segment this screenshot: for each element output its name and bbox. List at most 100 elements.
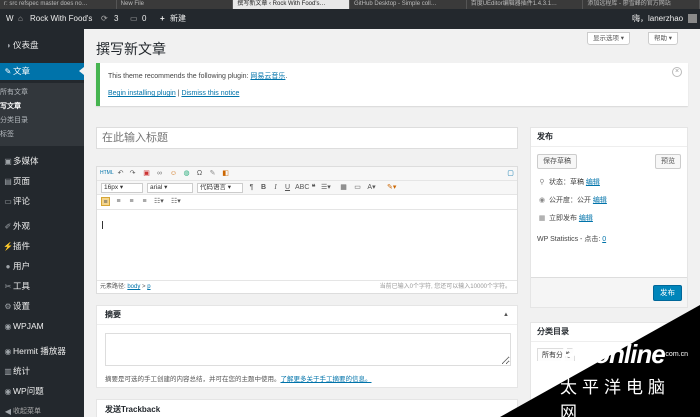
sidebar-item-posts[interactable]: ✎ 文章 bbox=[0, 63, 84, 80]
sidebar-item-media[interactable]: ▣ 多媒体 bbox=[0, 153, 84, 170]
visibility-row: ◉ 公开度：公开 编辑 bbox=[537, 195, 607, 207]
comments-icon[interactable]: ▭ bbox=[130, 9, 138, 29]
new-plus-icon[interactable]: + bbox=[160, 9, 165, 29]
admin-bar: W ⌂ Rock With Food's ⟳ 3 ▭ 0 + 新建 嗨，lane… bbox=[0, 9, 700, 29]
visibility-edit-link[interactable]: 编辑 bbox=[593, 197, 607, 204]
redo-icon[interactable]: ↷ bbox=[128, 169, 137, 178]
sidebar-item-comments[interactable]: ▭ 评论 bbox=[0, 193, 84, 210]
code-language-select[interactable]: 代码语言 ▾ bbox=[197, 183, 243, 193]
italic-icon[interactable]: I bbox=[271, 183, 280, 192]
publish-button[interactable]: 发布 bbox=[653, 285, 682, 301]
line-height-icon[interactable]: ☰▾ bbox=[321, 183, 331, 192]
excerpt-title[interactable]: 摘要 bbox=[97, 306, 517, 325]
font-family-select[interactable]: arial ▾ bbox=[147, 183, 193, 193]
excerpt-box: 摘要 ▲ 摘要是可选的手工创建的内容总结，并可在您的主题中使用。了解更多关于手工… bbox=[96, 305, 518, 388]
save-draft-button[interactable]: 保存草稿 bbox=[537, 154, 577, 169]
updates-count[interactable]: 3 bbox=[114, 9, 118, 29]
sidebar-item-plugins[interactable]: ⚡ 插件 bbox=[0, 238, 84, 255]
sidebar-item-users[interactable]: ● 用户 bbox=[0, 258, 84, 275]
browser-tab[interactable]: r: src refspec master does no… bbox=[0, 0, 117, 9]
schedule-edit-link[interactable]: 编辑 bbox=[579, 215, 593, 222]
link-icon[interactable]: ∞ bbox=[155, 169, 164, 178]
sidebar-item-appearance[interactable]: ✐ 外观 bbox=[0, 218, 84, 235]
map-icon[interactable]: ◍ bbox=[182, 169, 191, 178]
image-icon[interactable]: ▣ bbox=[142, 169, 151, 178]
align-justify-icon[interactable]: ≡ bbox=[140, 197, 149, 206]
status-row: ⚲ 状态：草稿 编辑 bbox=[537, 177, 600, 189]
admin-sidebar: ◑ 仪表盘 ✎ 文章 所有文章 写文章 分类目录 标签 ▣ 多媒体 ▤ 页面 ▭ 评论 ✐… bbox=[0, 29, 84, 417]
sidebar-item-hermit[interactable]: ◉ Hermit 播放器 bbox=[0, 343, 84, 360]
editor-body[interactable] bbox=[97, 214, 517, 282]
notice-actions: Begin installing plugin | Dismiss this n… bbox=[108, 90, 240, 97]
path-body-link[interactable]: body bbox=[127, 284, 140, 290]
user-greeting[interactable]: 嗨，lanerzhao bbox=[632, 9, 683, 29]
ueditor: HTML ↶ ↷ ▣ ∞ ☺ ◍ Ω ✎ ◧ ▢ 16px ▾ arial ▾ … bbox=[96, 166, 518, 294]
status-edit-link[interactable]: 编辑 bbox=[586, 179, 600, 186]
updates-icon[interactable]: ⟳ bbox=[101, 9, 108, 29]
browser-tab[interactable]: 添加远程库 - 廖雪峰的官方网站 bbox=[583, 0, 700, 9]
insert-file-icon[interactable]: ◧ bbox=[221, 169, 230, 178]
sidebar-item-pages[interactable]: ▤ 页面 bbox=[0, 173, 84, 190]
table-icon[interactable]: ▦ bbox=[339, 183, 348, 192]
special-char-icon[interactable]: Ω bbox=[195, 169, 204, 178]
watermark-cn-name: 太平洋电脑网 bbox=[560, 378, 670, 417]
submenu-new-post[interactable]: 写文章 bbox=[0, 100, 84, 114]
site-name-link[interactable]: Rock With Food's bbox=[30, 9, 92, 29]
highlight-icon[interactable]: ✎▾ bbox=[387, 183, 396, 192]
comment-icon: ▭ bbox=[4, 197, 12, 206]
post-title-input[interactable] bbox=[96, 127, 518, 149]
publish-title[interactable]: 发布 bbox=[531, 128, 687, 147]
align-left-icon[interactable]: ≡ bbox=[101, 197, 110, 206]
install-plugin-link[interactable]: Begin installing plugin bbox=[108, 90, 176, 97]
browser-tab[interactable]: GitHub Desktop - Simple coll… bbox=[350, 0, 467, 9]
path-p-link[interactable]: p bbox=[147, 284, 150, 290]
undo-icon[interactable]: ↶ bbox=[116, 169, 125, 178]
emoji-icon[interactable]: ☺ bbox=[169, 169, 178, 178]
new-content-link[interactable]: 新建 bbox=[170, 9, 186, 29]
excerpt-learn-more-link[interactable]: 了解更多关于手工摘要的信息。 bbox=[281, 376, 372, 383]
sidebar-item-dashboard[interactable]: ◑ 仪表盘 bbox=[0, 37, 84, 54]
dismiss-notice-link[interactable]: Dismiss this notice bbox=[181, 90, 239, 97]
avatar[interactable] bbox=[688, 14, 697, 23]
submenu-all-posts[interactable]: 所有文章 bbox=[0, 86, 84, 100]
submenu-categories[interactable]: 分类目录 bbox=[0, 114, 84, 128]
unordered-list-icon[interactable]: ☷▾ bbox=[171, 197, 181, 206]
browser-tab[interactable]: 撰写新文章 ‹ Rock With Food's… bbox=[233, 0, 351, 9]
comments-count[interactable]: 0 bbox=[142, 9, 146, 29]
align-center-icon[interactable]: ≡ bbox=[114, 197, 123, 206]
submenu-tags[interactable]: 标签 bbox=[0, 128, 84, 142]
notice-close-icon[interactable]: × bbox=[672, 67, 682, 77]
horizontal-rule-icon[interactable]: ▭ bbox=[353, 183, 362, 192]
stats-clicks-link[interactable]: 0 bbox=[602, 236, 606, 243]
toggle-arrow-icon[interactable]: ▲ bbox=[503, 306, 509, 324]
wrench-icon: ✂ bbox=[4, 282, 12, 291]
sidebar-item-tools[interactable]: ✂ 工具 bbox=[0, 278, 84, 295]
font-color-icon[interactable]: A▾ bbox=[367, 183, 376, 192]
wordpress-logo-icon[interactable]: W bbox=[6, 9, 14, 29]
browser-tab[interactable]: New File bbox=[117, 0, 234, 9]
trackback-title[interactable]: 发送Trackback bbox=[105, 404, 160, 415]
bold-icon[interactable]: B bbox=[259, 183, 268, 192]
paragraph-icon[interactable]: ¶ bbox=[247, 183, 256, 192]
excerpt-textarea[interactable] bbox=[105, 333, 511, 366]
sidebar-collapse-menu[interactable]: ◀ 收起菜单 bbox=[0, 403, 84, 417]
sidebar-item-stats[interactable]: ▥ 统计 bbox=[0, 363, 84, 380]
align-right-icon[interactable]: ≡ bbox=[127, 197, 136, 206]
screen-options-button[interactable]: 显示选项 ▾ bbox=[587, 32, 631, 45]
blockquote-icon[interactable]: ❝ bbox=[309, 183, 318, 192]
sidebar-item-settings[interactable]: ⚙ 设置 bbox=[0, 298, 84, 315]
underline-icon[interactable]: U bbox=[283, 183, 292, 192]
trackback-box: 发送Trackback bbox=[96, 399, 518, 417]
sidebar-item-wpqa[interactable]: ◉ WP问题 bbox=[0, 383, 84, 400]
strikethrough-icon[interactable]: ABC bbox=[295, 183, 309, 192]
browser-tab[interactable]: 百度UEditor编辑器插件1.4.3.1… bbox=[467, 0, 584, 9]
attachment-icon[interactable]: ✎ bbox=[208, 169, 217, 178]
plugin-link[interactable]: 网易云音乐 bbox=[250, 73, 285, 80]
fullscreen-icon[interactable]: ▢ bbox=[506, 169, 515, 178]
help-button[interactable]: 帮助 ▾ bbox=[648, 32, 679, 45]
preview-button[interactable]: 预览 bbox=[655, 154, 681, 169]
sidebar-item-wpjam[interactable]: ◉ WPJAM bbox=[0, 318, 84, 335]
html-source-icon[interactable]: HTML bbox=[100, 169, 114, 178]
font-size-select[interactable]: 16px ▾ bbox=[101, 183, 143, 193]
ordered-list-icon[interactable]: ☷▾ bbox=[154, 197, 164, 206]
